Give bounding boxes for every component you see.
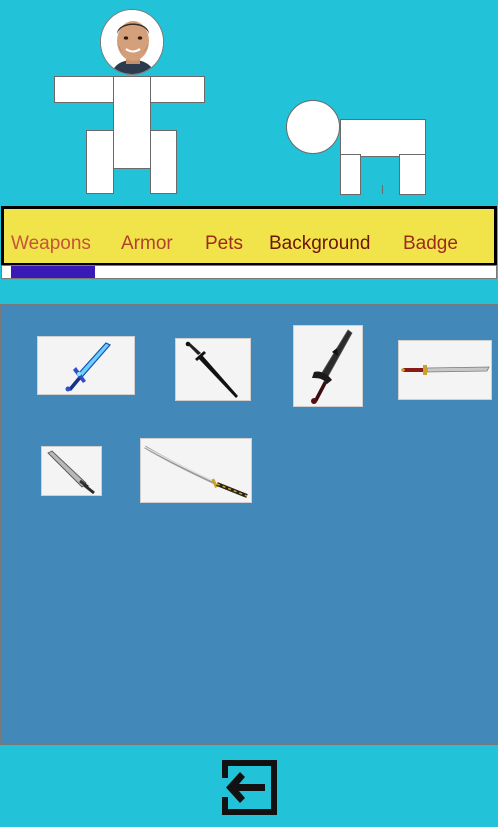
pet-body [340,119,426,157]
weapon-item-katana-red-hilt[interactable] [398,340,492,400]
pet-back-leg [399,154,426,195]
tab-scrollbar[interactable] [1,265,497,279]
pet-tail-mark [382,185,383,194]
weapon-item-dark-ornate-sword[interactable] [293,325,363,407]
tab-weapons[interactable]: Weapons [11,233,91,255]
blue-crystal-sword-icon [65,342,111,392]
black-dagger-icon [185,341,238,398]
avatar-right-leg [150,130,177,194]
tab-badge[interactable]: Badge [403,233,458,255]
avatar-left-arm [54,76,114,103]
inventory-panel [0,304,498,745]
avatar-left-leg [86,130,114,194]
katana-red-hilt-icon [401,365,490,375]
weapon-item-blue-crystal-sword[interactable] [37,336,135,395]
pet-front-leg [340,154,361,195]
category-tab-bar: Weapons Armor Pets Background Badge [1,206,497,266]
weapon-item-long-katana[interactable] [140,438,252,503]
avatar-figure [0,0,250,200]
avatar-face-photo [100,9,164,75]
tab-armor[interactable]: Armor [121,233,173,255]
back-button[interactable] [218,757,281,818]
exit-arrow-icon [222,760,277,815]
avatar-torso [113,76,151,169]
weapon-item-black-dagger[interactable] [175,338,251,401]
avatar-right-arm [150,76,205,103]
pet-figure [280,95,440,200]
tab-pets[interactable]: Pets [205,233,243,255]
tab-background[interactable]: Background [269,233,370,255]
pet-head [286,100,340,154]
long-katana-icon [144,445,248,498]
dark-ornate-sword-icon [311,329,353,404]
tab-scrollbar-thumb[interactable] [11,266,95,278]
weapon-item-short-sword[interactable] [41,446,102,496]
short-sword-icon [47,450,95,495]
